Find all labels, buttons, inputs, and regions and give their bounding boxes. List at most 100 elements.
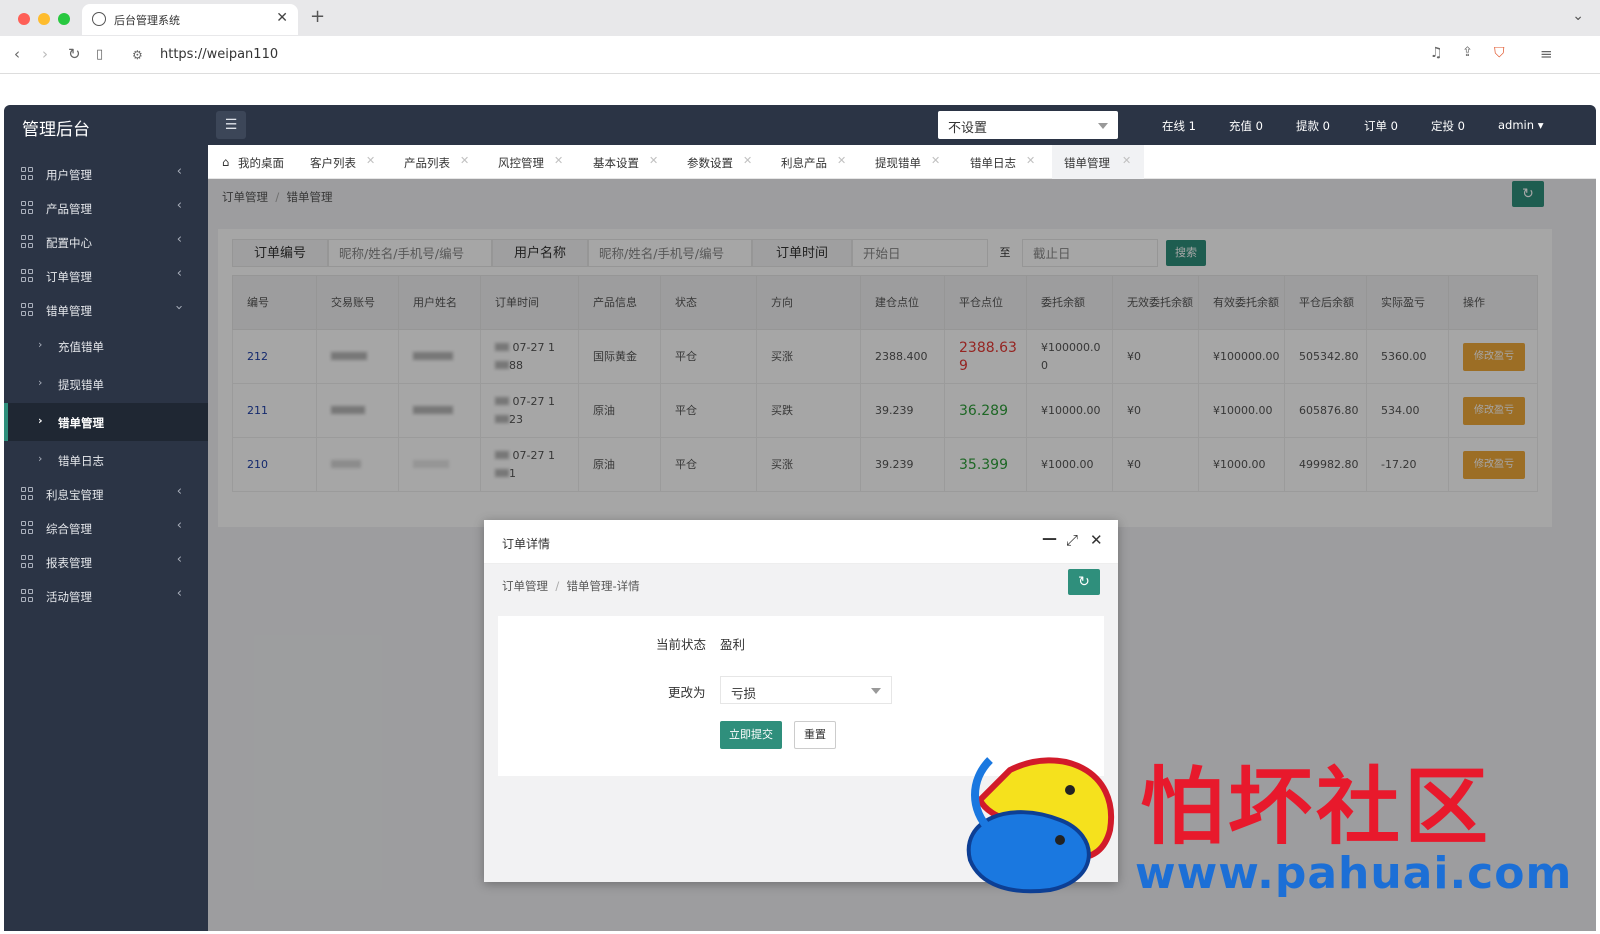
sidebar: 管理后台 用户管理 ‹ 产品管理 ‹ 配置中心 ‹ 订单管理 ‹ 错单管理 ‹ › 充值错单… xyxy=(4,105,208,931)
sidebar-item-label: 配置中心 xyxy=(46,236,92,250)
tab-desktop[interactable]: ⌂ 我的桌面 xyxy=(222,145,302,179)
reset-button[interactable]: 重置 xyxy=(794,721,836,749)
sidebar-item-products[interactable]: 产品管理 ‹ xyxy=(4,191,208,225)
mode-select[interactable]: 不设置 xyxy=(938,111,1118,139)
tab-risk[interactable]: 风控管理 ✕ xyxy=(498,145,564,179)
sidebar-item-interest[interactable]: 利息宝管理 ‹ xyxy=(4,477,208,511)
modal-header: 订单详情 — ⤢ ✕ xyxy=(484,520,1118,564)
brave-shield-icon[interactable]: ⛉ xyxy=(1494,45,1505,61)
watermark: 怕坏社区 www.pahuai.com xyxy=(950,740,1571,900)
close-icon[interactable]: ✕ xyxy=(554,154,563,167)
dropdown-arrow-icon xyxy=(1098,123,1108,129)
close-icon[interactable]: ✕ xyxy=(1090,531,1103,549)
maximize-window-icon[interactable] xyxy=(58,13,70,25)
tab-customers[interactable]: 客户列表 ✕ xyxy=(310,145,376,179)
sidebar-item-error-orders[interactable]: 错单管理 ‹ xyxy=(4,293,208,327)
menu-icon[interactable]: ≡ xyxy=(1540,45,1553,63)
minimize-icon[interactable]: — xyxy=(1042,529,1057,547)
change-to-label: 更改为 xyxy=(668,685,706,700)
stat-orders[interactable]: 订单 0 xyxy=(1364,118,1398,134)
sidebar-item-label: 订单管理 xyxy=(46,270,92,284)
stat-withdraw[interactable]: 提款 0 xyxy=(1296,118,1330,134)
tab-label: 利息产品 xyxy=(781,156,827,170)
close-icon[interactable]: ✕ xyxy=(649,154,658,167)
close-icon[interactable]: ✕ xyxy=(1026,154,1035,167)
close-icon[interactable]: ✕ xyxy=(1122,154,1131,167)
sidebar-subitem-error-log[interactable]: › 错单日志 xyxy=(4,441,208,479)
sidebar-subitem-error-management[interactable]: › 错单管理 xyxy=(4,403,208,441)
browser-tab[interactable]: 后台管理系统 ✕ xyxy=(82,4,298,35)
close-icon[interactable]: ✕ xyxy=(931,154,940,167)
sidebar-item-label: 利息宝管理 xyxy=(46,488,104,502)
caret-down-icon: ▾ xyxy=(1537,118,1544,132)
stat-investment[interactable]: 定投 0 xyxy=(1431,118,1465,134)
dropdown-arrow-icon xyxy=(871,688,881,694)
share-icon[interactable]: ⇪ xyxy=(1462,45,1473,60)
home-icon: ⌂ xyxy=(222,155,230,169)
sidebar-item-reports[interactable]: 报表管理 ‹ xyxy=(4,545,208,579)
sidebar-subitem-label: 错单日志 xyxy=(58,454,104,468)
sidebar-item-label: 活动管理 xyxy=(46,590,92,604)
chevron-left-icon: ‹ xyxy=(176,164,182,179)
tab-label: 错单日志 xyxy=(970,156,1016,170)
tab-basic-settings[interactable]: 基本设置 ✕ xyxy=(593,145,659,179)
minimize-window-icon[interactable] xyxy=(38,13,50,25)
sidebar-item-general[interactable]: 综合管理 ‹ xyxy=(4,511,208,545)
sidebar-subitem-label: 错单管理 xyxy=(58,416,104,430)
sidebar-item-orders[interactable]: 订单管理 ‹ xyxy=(4,259,208,293)
back-icon[interactable]: ‹ xyxy=(14,45,20,63)
stat-online[interactable]: 在线 1 xyxy=(1162,118,1196,134)
sidebar-subitem-recharge-errors[interactable]: › 充值错单 xyxy=(4,327,208,365)
tab-label: 基本设置 xyxy=(593,156,639,170)
breadcrumb-current: 错单管理-详情 xyxy=(566,579,640,593)
sidebar-item-users[interactable]: 用户管理 ‹ xyxy=(4,157,208,191)
sidebar-item-config[interactable]: 配置中心 ‹ xyxy=(4,225,208,259)
menu-toggle-icon[interactable]: ☰ xyxy=(216,111,246,139)
watermark-text: 怕坏社区 xyxy=(1140,757,1493,856)
browser-tabbar: 后台管理系统 ✕ + ⌄ xyxy=(0,0,1600,36)
grid-icon xyxy=(21,167,34,180)
tab-params[interactable]: 参数设置 ✕ xyxy=(687,145,753,179)
sidebar-item-label: 用户管理 xyxy=(46,168,92,182)
top-header: ☰ 不设置 在线 1 充值 0 提款 0 订单 0 定投 0 admin ▾ xyxy=(208,105,1596,145)
breadcrumb-parent[interactable]: 订单管理 xyxy=(502,579,548,593)
browser-window: 后台管理系统 ✕ + ⌄ ‹ › ↻ ▯ ⚙ https://weipan110… xyxy=(0,0,1600,934)
user-menu[interactable]: admin ▾ xyxy=(1498,118,1543,132)
grid-icon xyxy=(21,589,34,602)
close-tab-icon[interactable]: ✕ xyxy=(276,10,288,26)
stat-recharge[interactable]: 充值 0 xyxy=(1229,118,1263,134)
chevron-down-icon[interactable]: ⌄ xyxy=(1572,8,1584,24)
tab-products[interactable]: 产品列表 ✕ xyxy=(404,145,470,179)
refresh-icon[interactable]: ↻ xyxy=(1068,569,1100,595)
grid-icon xyxy=(21,555,34,568)
close-icon[interactable]: ✕ xyxy=(743,154,752,167)
close-icon[interactable]: ✕ xyxy=(460,154,469,167)
bookmark-icon[interactable]: ▯ xyxy=(96,47,103,62)
sidebar-subitem-withdraw-errors[interactable]: › 提现错单 xyxy=(4,365,208,403)
new-tab-icon[interactable]: + xyxy=(310,6,325,27)
site-settings-icon[interactable]: ⚙ xyxy=(132,48,143,62)
close-icon[interactable]: ✕ xyxy=(837,154,846,167)
maximize-icon[interactable]: ⤢ xyxy=(1066,531,1078,549)
forward-icon[interactable]: › xyxy=(42,45,48,63)
sidebar-item-activities[interactable]: 活动管理 ‹ xyxy=(4,579,208,613)
url-input[interactable]: https://weipan110 xyxy=(160,47,278,62)
globe-icon xyxy=(92,12,106,26)
chevron-left-icon: ‹ xyxy=(176,198,182,213)
close-window-icon[interactable] xyxy=(18,13,30,25)
chevron-right-icon: › xyxy=(38,414,43,427)
change-to-select[interactable]: 亏损 xyxy=(720,676,892,704)
tab-error-management[interactable]: 错单管理 ✕ xyxy=(1052,145,1144,179)
tab-error-log[interactable]: 错单日志 ✕ xyxy=(970,145,1036,179)
reload-icon[interactable]: ↻ xyxy=(68,45,81,63)
chevron-left-icon: ‹ xyxy=(176,552,182,567)
submit-button[interactable]: 立即提交 xyxy=(720,721,782,749)
chevron-right-icon: › xyxy=(38,338,43,351)
watermark-url: www.pahuai.com xyxy=(1135,848,1573,899)
tab-label: 产品列表 xyxy=(404,156,450,170)
close-icon[interactable]: ✕ xyxy=(366,154,375,167)
sidebar-item-label: 报表管理 xyxy=(46,556,92,570)
tab-withdraw-errors[interactable]: 提现错单 ✕ xyxy=(875,145,941,179)
tab-interest-products[interactable]: 利息产品 ✕ xyxy=(781,145,847,179)
music-icon[interactable]: ♫ xyxy=(1430,45,1443,61)
